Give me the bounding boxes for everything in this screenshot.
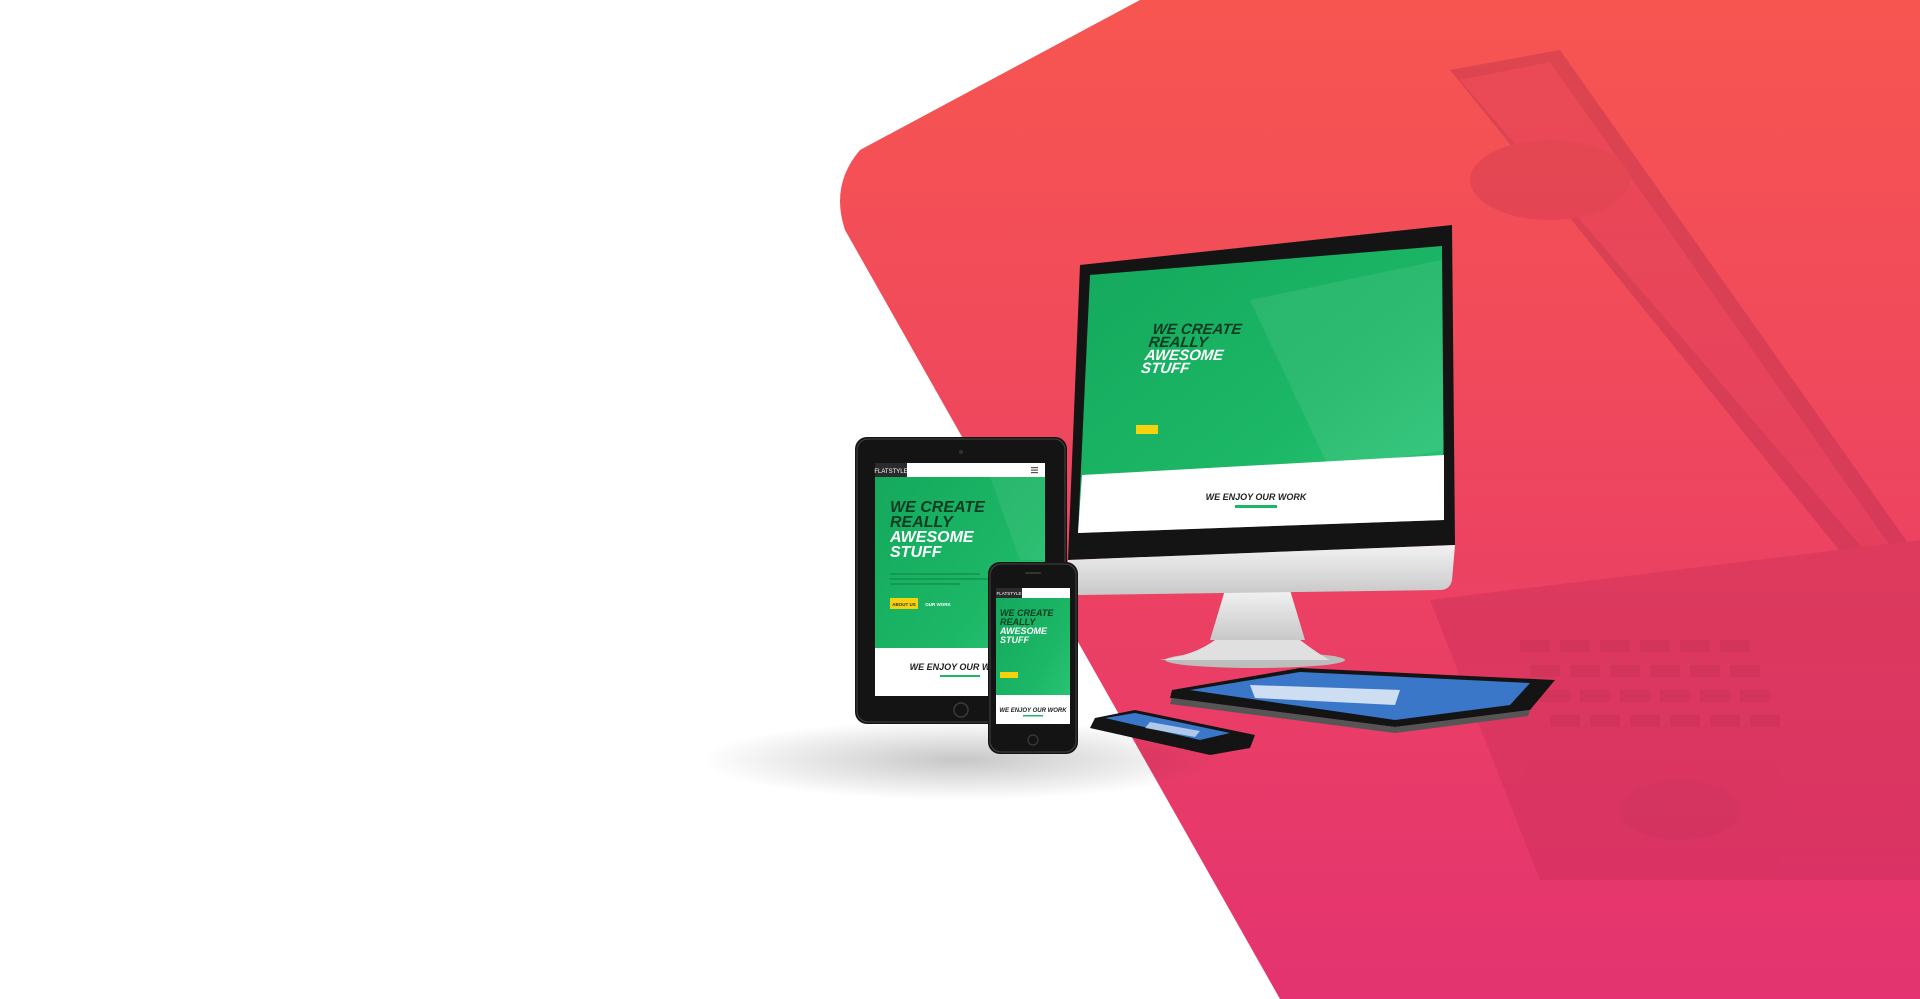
monitor-stand — [1210, 590, 1305, 640]
tablet-brand: FLATSTYLE — [874, 469, 907, 475]
phone-section-title: WE ENJOY OUR WORK — [999, 708, 1067, 714]
phone-about-button — [1000, 672, 1018, 678]
monitor-section-title: WE ENJOY OUR WORK — [1206, 492, 1308, 502]
phone-mockup: FLATSTYLE WE CREATE REALLY AWESOME STUFF… — [988, 562, 1078, 754]
svg-text:STUFF: STUFF — [1000, 635, 1029, 645]
tablet-work-link: OUR WORK — [925, 602, 951, 607]
hero-banner: WE CREATE REALLY AWESOME STUFF WE ENJOY … — [700, 0, 1920, 999]
svg-text:ABOUT US: ABOUT US — [892, 602, 916, 607]
monitor-headline-4: STUFF — [1140, 360, 1191, 377]
monitor-about-button — [1136, 425, 1158, 434]
phone-brand: FLATSTYLE — [997, 591, 1022, 596]
hamburger-menu-icon — [1031, 467, 1038, 474]
tablet-headline-4: STUFF — [890, 544, 943, 561]
